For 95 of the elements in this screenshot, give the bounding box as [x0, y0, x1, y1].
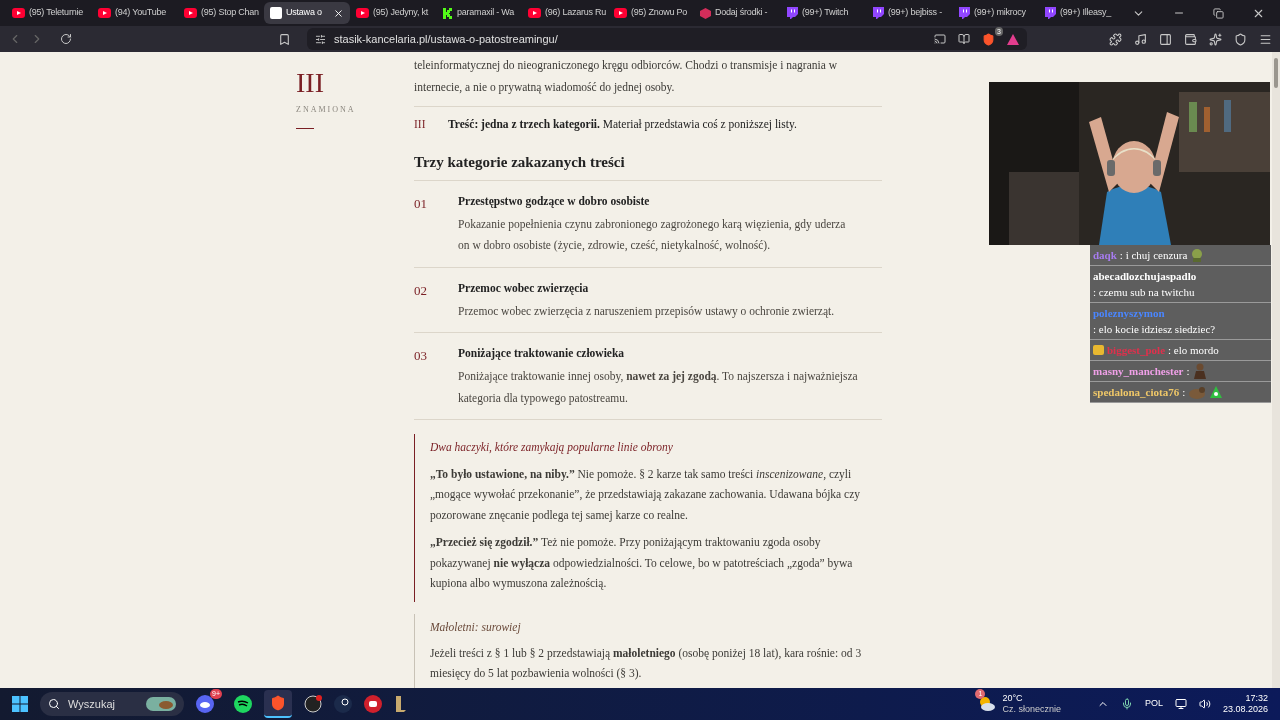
emote-icon: [1192, 363, 1207, 379]
settings-icon[interactable]: [315, 33, 326, 45]
chat-bubble-icon: [958, 7, 970, 19]
sidebar-icon[interactable]: [1159, 32, 1172, 46]
weather-text: Cz. słonecznie: [1002, 704, 1061, 715]
browser-tab[interactable]: (99+) mikrocy: [952, 2, 1038, 24]
emote-icon: [1188, 385, 1207, 399]
reader-icon[interactable]: [958, 33, 970, 45]
extensions-icon[interactable]: [1109, 32, 1122, 46]
criterion-number: III: [414, 117, 427, 132]
search-icon: [48, 698, 60, 710]
cube-icon: [700, 7, 711, 19]
volume-icon[interactable]: [1198, 698, 1211, 710]
k-icon: [442, 7, 453, 19]
paragraph: „Przecież się zgodził.” Też nie pomoże. Przy poniżającym traktowaniu zgoda osoby pokazywanej nie wyłącza odpowiedzialności. To celowe, bo w patotreściach „zgoda” bywa kupiona albo wymuszona zależnością.: [430, 535, 854, 592]
chat-username: masny_manchester: [1093, 364, 1184, 379]
browser-tab[interactable]: (99+) Illeasy_: [1038, 2, 1124, 24]
chat-username: abecadlozchujaspadlo: [1093, 269, 1197, 284]
sparkle-icon[interactable]: [1209, 32, 1222, 46]
triangle-icon[interactable]: [1007, 33, 1019, 45]
chat-bubble-icon: [872, 7, 884, 19]
close-icon[interactable]: [333, 7, 344, 19]
browser-tab[interactable]: paramaxil - Wa: [436, 2, 522, 24]
menu-icon[interactable]: [1259, 32, 1272, 46]
chat-text: :: [1182, 385, 1186, 400]
play-icon: [98, 8, 111, 18]
browser-tab[interactable]: Ustawa o: [264, 2, 350, 24]
shield-icon[interactable]: [982, 32, 995, 46]
reload-icon[interactable]: [60, 33, 72, 45]
category-description: Poniżające traktowanie innej osoby, nawet za jej zgodą. To najszersza i najważniejsza kategoria dla typowego patostreamu.: [458, 369, 859, 407]
emote-icon: [1209, 385, 1224, 399]
category-title: Poniżające traktowanie człowieka: [458, 346, 626, 362]
search-field[interactable]: Wyszukaj: [40, 692, 184, 716]
chat-text: : elo kocie idziesz siedziec?: [1093, 322, 1216, 337]
language-indicator[interactable]: POL: [1144, 697, 1163, 711]
music-icon[interactable]: [1134, 32, 1147, 46]
paragraph: „To było ustawione, na niby.” Nie pomoże. § 2 karze tak samo treści inscenizowane, czyli „mogące wywołać przekonanie”, że przedstawiają zakazane zachowania. Udawana bójka czy pozorowane znęcanie podlega tej samej karze co realne.: [430, 466, 862, 524]
category-number: 01: [414, 194, 428, 213]
network-icon[interactable]: [1174, 698, 1187, 710]
section-numeral: III: [296, 68, 325, 98]
chat-text: : elo mordo: [1168, 343, 1219, 358]
temperature: 20°C: [1002, 693, 1024, 704]
play-icon: [356, 8, 369, 18]
chat-username: poleznyszymon: [1093, 306, 1165, 321]
page-icon: [270, 7, 282, 19]
record-icon[interactable]: [304, 695, 322, 713]
play-icon: [184, 8, 197, 18]
browser-tab[interactable]: (96) Lazarus Ru: [522, 2, 608, 24]
category-title: Przestępstwo godzące w dobro osobiste: [458, 193, 651, 210]
clock[interactable]: 17:32 23.08.2026: [1222, 693, 1268, 715]
microphone-icon[interactable]: [1120, 698, 1133, 710]
browser-tab[interactable]: (99+) bejbiss -: [866, 2, 952, 24]
category-description: Pokazanie popełnienia czynu zabronionego zagrożonego karą więzienia, gdy uderza on w dobro osobiste (życie, zdrowie, cześć, nietykalność, wolność).: [458, 216, 847, 254]
category-number: 02: [414, 281, 428, 300]
callout-title: Małoletni: surowiej: [430, 619, 522, 636]
music-app-icon[interactable]: [234, 695, 252, 713]
chat-bubble-icon: [1044, 7, 1056, 19]
category-description: Przemoc wobec zwierzęcia z naruszeniem przepisów ustawy o ochronie zwierząt.: [458, 303, 836, 320]
section-label: ZNAMIONA: [296, 104, 357, 116]
vpn-icon[interactable]: [1234, 32, 1247, 46]
criterion-text: Treść: jedna z trzech kategorii. Materiał przedstawia coś z poniższej listy.: [448, 117, 797, 133]
chat-text: : czemu sub na twitchu: [1093, 285, 1195, 300]
browser-tab[interactable]: (95) Teleturnie: [6, 2, 92, 24]
weather-icon[interactable]: [978, 696, 997, 712]
paragraph: Jeżeli treści z § 1 lub § 2 przedstawiają małoletniego (osobę poniżej 18 lat), kara rośnie: od 3 miesięcy do 5 lat pozbawienia wolności (§ 3).: [430, 645, 863, 682]
emote-icon: [1190, 248, 1205, 262]
bookmark-icon[interactable]: [278, 32, 291, 46]
lion-shield-icon: [270, 695, 286, 711]
browser-tab[interactable]: Dodaj środki -: [694, 2, 780, 24]
windows-icon[interactable]: [12, 696, 28, 712]
category-number: 03: [414, 347, 428, 366]
play-icon: [614, 8, 627, 18]
chat-text: :: [1186, 364, 1190, 379]
play-icon: [12, 8, 25, 18]
callout-title: Dwa haczyki, które zamykają popularne linie obrony: [430, 440, 674, 456]
chat-username: daqk: [1093, 248, 1117, 263]
badge-icon: [1093, 345, 1104, 355]
chat-username: biggest_pole: [1107, 343, 1166, 358]
browser-tab[interactable]: (99+) Twitch: [780, 2, 866, 24]
chat-bubble-icon: [786, 7, 798, 19]
browser-tab[interactable]: (94) YouTube: [92, 2, 178, 24]
chat-text: : i chuj cenzura: [1119, 248, 1188, 263]
play-icon: [528, 8, 541, 18]
taskbar-app[interactable]: [264, 690, 292, 718]
emblem-icon[interactable]: [394, 695, 408, 713]
browser-tab[interactable]: (95) Jedyny, kt: [350, 2, 436, 24]
cast-icon[interactable]: [934, 33, 946, 45]
category-title: Przemoc wobec zwierzęcia: [458, 280, 590, 297]
paragraph: teleinformatycznej do nieograniczonego kręgu odbiorców. Chodzi o transmisje i nagrania w internecie, a nie o prywatną wiadomość do jednej osoby.: [414, 58, 839, 96]
wallet-icon[interactable]: [1184, 32, 1197, 46]
restore-icon[interactable]: [1213, 7, 1224, 19]
browser-tab[interactable]: (95) Znowu Po: [608, 2, 694, 24]
chat-username: spedalona_ciota76: [1093, 385, 1180, 400]
section-heading: Trzy kategorie zakazanych treści: [414, 153, 626, 173]
browser-tab[interactable]: (95) Stop Chan: [178, 2, 264, 24]
